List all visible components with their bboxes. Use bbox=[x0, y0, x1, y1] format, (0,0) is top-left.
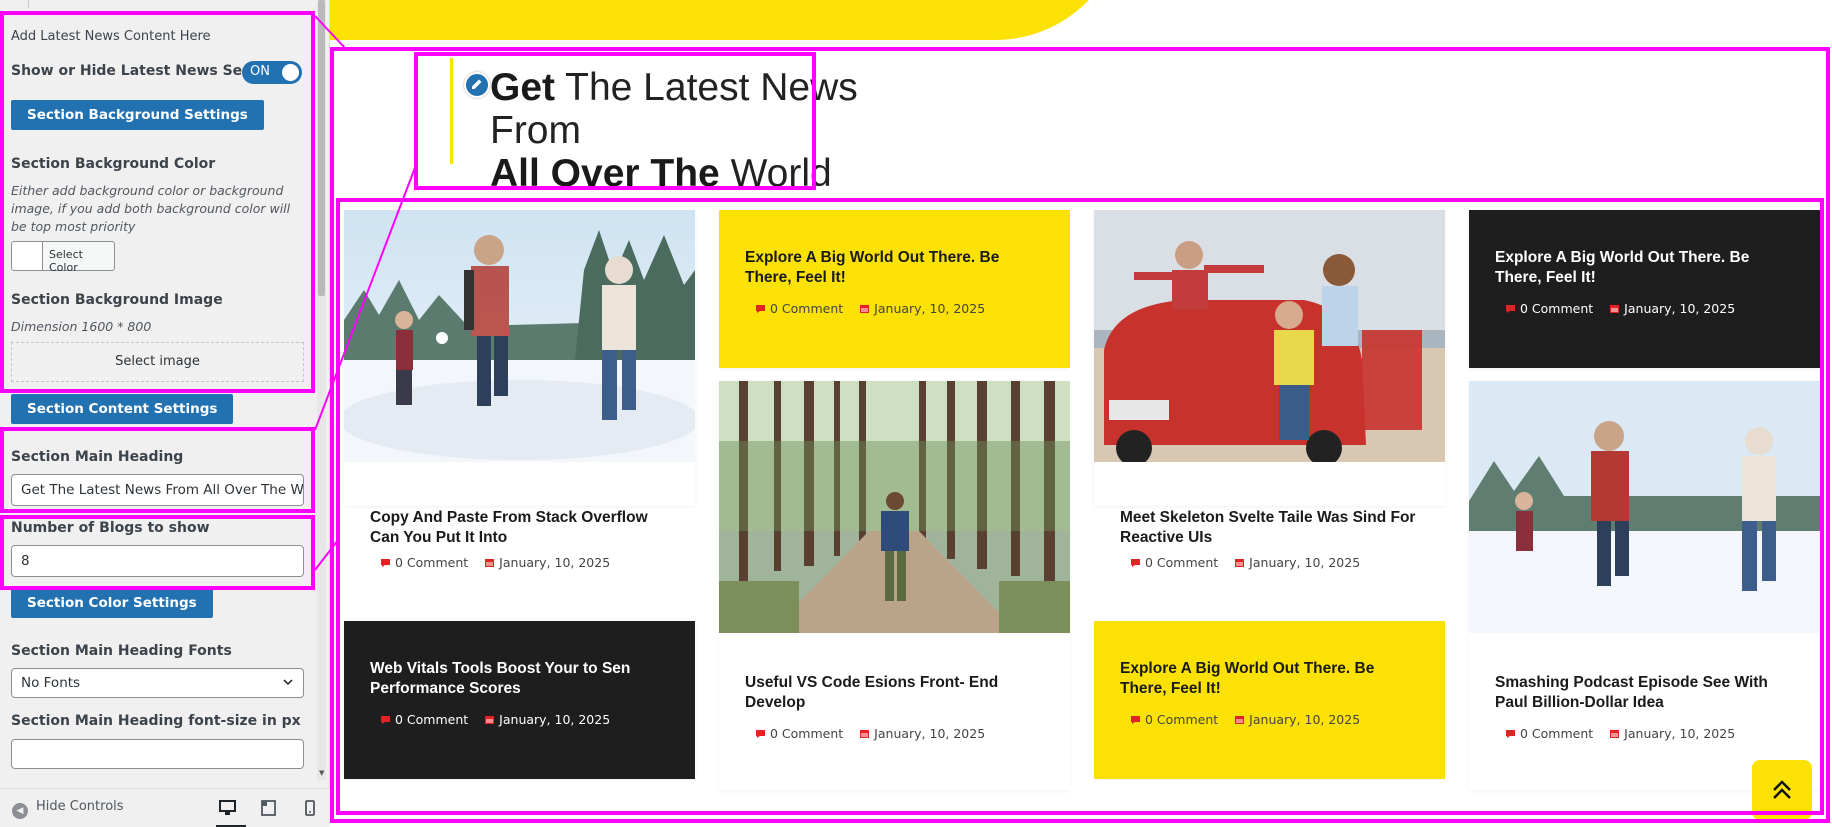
toggle-state-text: ON bbox=[250, 64, 270, 79]
news-card[interactable]: Smashing Podcast Episode See With Paul B… bbox=[1469, 381, 1820, 790]
card-title[interactable]: Copy And Paste From Stack Overflow Can Y… bbox=[370, 508, 670, 548]
sidebar-scrollbar[interactable] bbox=[317, 0, 326, 780]
card-title[interactable]: Explore A Big World Out There. Be There,… bbox=[745, 248, 1045, 288]
card-meta: 0 Comment January, 10, 2025 bbox=[1505, 726, 1735, 741]
friends-red-car-photo bbox=[1094, 210, 1445, 462]
bg-image-dimension: Dimension 1600 * 800 bbox=[11, 319, 152, 334]
card-meta: 0 Comment January, 10, 2025 bbox=[1130, 555, 1360, 570]
heading-fonts-select[interactable]: No Fonts bbox=[11, 668, 304, 698]
double-chevron-up-icon bbox=[1773, 780, 1791, 799]
calendar-icon bbox=[484, 556, 495, 567]
panel-tab-stub bbox=[28, 0, 188, 8]
select-color-button[interactable]: Select Color bbox=[11, 241, 115, 274]
card-title[interactable]: Meet Skeleton Svelte Taile Was Sind For … bbox=[1120, 508, 1420, 548]
calendar-icon bbox=[1234, 713, 1245, 724]
heading-accent-bar bbox=[450, 58, 453, 164]
bg-color-description: Either add background color or backgroun… bbox=[11, 183, 291, 234]
scroll-to-top-button[interactable] bbox=[1752, 760, 1812, 820]
color-settings-button[interactable]: Section Color Settings bbox=[11, 588, 213, 618]
card-meta: 0 Comment January, 10, 2025 bbox=[1130, 712, 1360, 727]
main-heading-label: Section Main Heading bbox=[11, 449, 184, 465]
page-title: Get The Latest News From All Over The Wo… bbox=[490, 66, 858, 195]
blogs-count-input[interactable]: 8 bbox=[11, 545, 304, 577]
scrollbar-thumb[interactable] bbox=[318, 0, 325, 296]
heading-fonts-label: Section Main Heading Fonts bbox=[11, 643, 232, 659]
comment-icon bbox=[1505, 727, 1516, 738]
section-title: Add Latest News Content Here bbox=[11, 29, 211, 44]
card-title[interactable]: Web Vitals Tools Boost Your to Sen Perfo… bbox=[370, 659, 670, 699]
forest-hiker-photo bbox=[719, 381, 1070, 633]
hide-controls-label: Hide Controls bbox=[36, 799, 124, 814]
toggle-knob bbox=[282, 64, 299, 81]
heading-font-size-input[interactable] bbox=[11, 739, 304, 769]
news-card[interactable]: Meet Skeleton Svelte Taile Was Sind For … bbox=[1094, 210, 1445, 570]
site-preview: Get The Latest News From All Over The Wo… bbox=[330, 0, 1832, 827]
card-meta: 0 Comment January, 10, 2025 bbox=[380, 555, 610, 570]
news-card[interactable]: Explore A Big World Out There. Be There,… bbox=[1469, 210, 1820, 368]
mobile-icon[interactable] bbox=[300, 799, 320, 817]
calendar-icon bbox=[1609, 302, 1620, 313]
comment-icon bbox=[1130, 713, 1141, 724]
collapse-arrow-icon: ◀ bbox=[12, 803, 28, 819]
comment-icon bbox=[380, 713, 391, 724]
decorative-yellow-shape bbox=[330, 0, 1125, 40]
news-card[interactable]: Explore A Big World Out There. Be There,… bbox=[719, 210, 1070, 368]
card-meta: 0 Comment January, 10, 2025 bbox=[380, 712, 610, 727]
section-heading: Get The Latest News From All Over The Wo… bbox=[434, 54, 920, 195]
calendar-icon bbox=[1234, 556, 1245, 567]
background-settings-button[interactable]: Section Background Settings bbox=[11, 100, 264, 130]
hide-controls-button[interactable]: ◀ Hide Controls bbox=[12, 799, 124, 819]
calendar-icon bbox=[1609, 727, 1620, 738]
blogs-count-label: Number of Blogs to show bbox=[11, 520, 210, 536]
chevron-down-icon bbox=[282, 669, 294, 707]
select-color-label: Select Color bbox=[49, 248, 83, 274]
card-meta: 0 Comment January, 10, 2025 bbox=[1505, 301, 1735, 316]
customizer-app: Add Latest News Content Here Show or Hid… bbox=[0, 0, 1832, 827]
card-meta: 0 Comment January, 10, 2025 bbox=[755, 726, 985, 741]
show-hide-toggle[interactable]: ON bbox=[242, 61, 302, 84]
comment-icon bbox=[755, 302, 766, 313]
sidebar-footer: ◀ Hide Controls bbox=[0, 788, 330, 827]
scroll-down-arrow-icon[interactable]: ▼ bbox=[319, 769, 324, 777]
winter-friends-photo bbox=[344, 210, 695, 462]
desktop-icon[interactable] bbox=[218, 799, 238, 817]
calendar-icon bbox=[859, 727, 870, 738]
tablet-icon[interactable] bbox=[259, 799, 279, 817]
news-card[interactable]: Useful VS Code Esions Front- End Develop… bbox=[719, 381, 1070, 790]
calendar-icon bbox=[859, 302, 870, 313]
heading-font-size-label: Section Main Heading font-size in px bbox=[11, 713, 301, 729]
news-card[interactable]: Copy And Paste From Stack Overflow Can Y… bbox=[344, 210, 695, 570]
card-title[interactable]: Useful VS Code Esions Front- End Develop bbox=[745, 673, 1045, 713]
card-title[interactable]: Explore A Big World Out There. Be There,… bbox=[1120, 659, 1420, 699]
winter-friends-photo bbox=[1469, 381, 1820, 633]
select-image-button[interactable]: Select image bbox=[11, 342, 304, 382]
show-hide-label: Show or Hide Latest News Section bbox=[11, 63, 282, 79]
customizer-sidebar: Add Latest News Content Here Show or Hid… bbox=[0, 0, 330, 827]
content-settings-button[interactable]: Section Content Settings bbox=[11, 394, 234, 424]
comment-icon bbox=[755, 727, 766, 738]
comment-icon bbox=[380, 556, 391, 567]
news-card[interactable]: Web Vitals Tools Boost Your to Sen Perfo… bbox=[344, 621, 695, 779]
card-meta: 0 Comment January, 10, 2025 bbox=[755, 301, 985, 316]
comment-icon bbox=[1505, 302, 1516, 313]
sidebar-controls-panel: Add Latest News Content Here Show or Hid… bbox=[0, 0, 316, 780]
bg-image-label: Section Background Image bbox=[11, 292, 223, 308]
card-title[interactable]: Explore A Big World Out There. Be There,… bbox=[1495, 248, 1795, 288]
main-heading-input[interactable]: Get The Latest News From All Over The Wo… bbox=[11, 474, 304, 506]
calendar-icon bbox=[484, 713, 495, 724]
comment-icon bbox=[1130, 556, 1141, 567]
color-swatch bbox=[12, 242, 43, 270]
heading-fonts-value: No Fonts bbox=[21, 675, 81, 691]
news-card[interactable]: Explore A Big World Out There. Be There,… bbox=[1094, 621, 1445, 779]
edit-pencil-icon[interactable] bbox=[464, 72, 490, 98]
card-title[interactable]: Smashing Podcast Episode See With Paul B… bbox=[1495, 673, 1795, 713]
bg-color-label: Section Background Color bbox=[11, 156, 216, 172]
